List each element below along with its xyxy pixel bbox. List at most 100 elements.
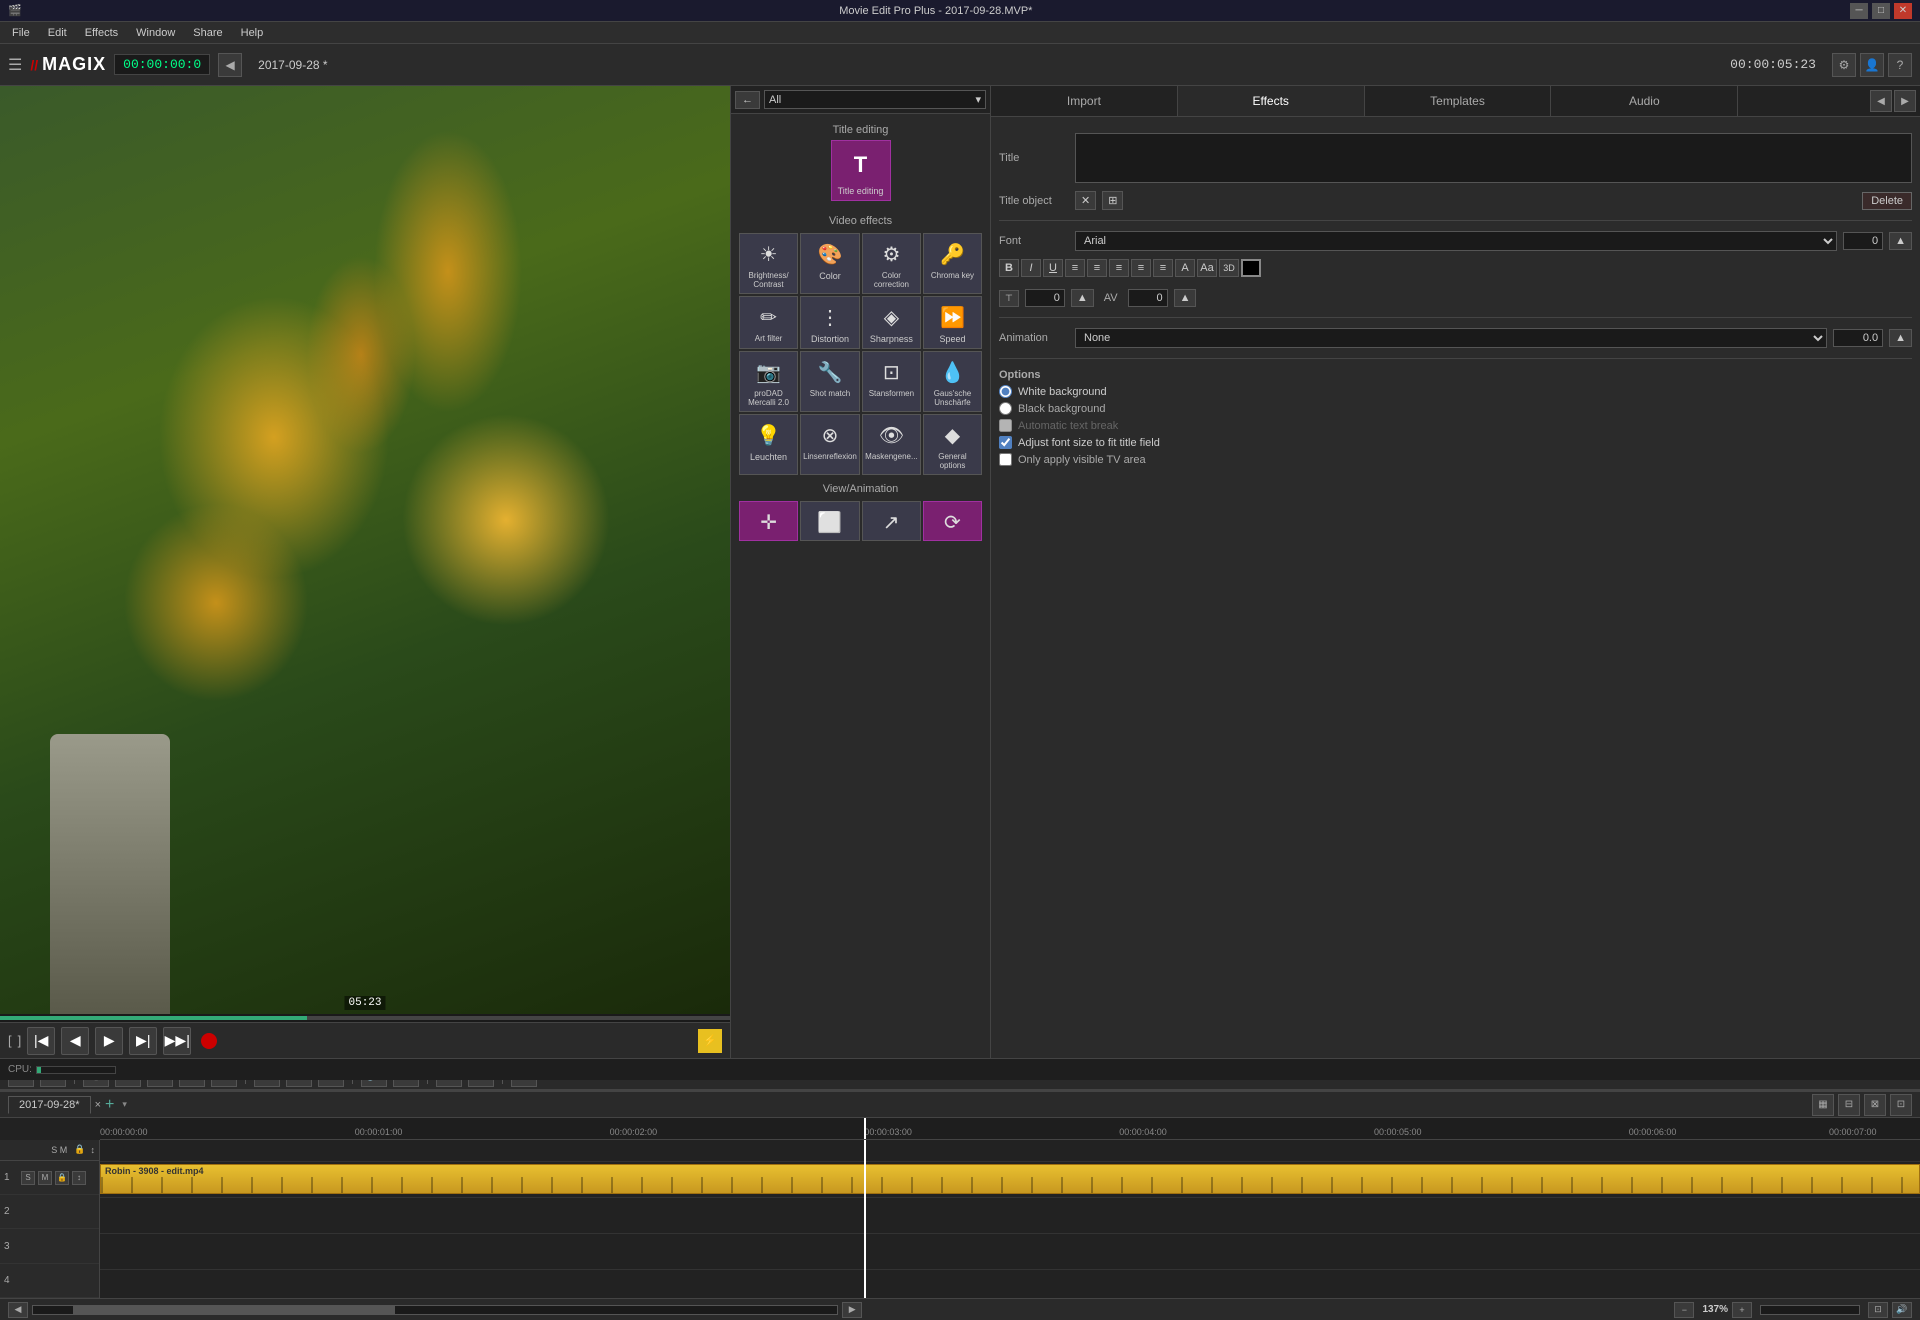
goto-start-button[interactable]: |◀	[27, 1027, 55, 1055]
font-size-input[interactable]	[1843, 232, 1883, 250]
animation-value-input[interactable]	[1833, 329, 1883, 347]
timeline-add-arrow[interactable]: ▾	[122, 1099, 127, 1110]
kerning-input[interactable]	[1025, 289, 1065, 307]
speed-effect[interactable]: ⏩ Speed	[923, 296, 982, 349]
linsenreflexion-effect[interactable]: ⊗ Linsenreflexion	[800, 414, 860, 475]
black-bg-radio[interactable]	[999, 402, 1012, 415]
font-select[interactable]: Arial	[1075, 231, 1837, 251]
visible-tv-checkbox[interactable]	[999, 453, 1012, 466]
menu-effects[interactable]: Effects	[77, 25, 126, 41]
zoom-in-btn[interactable]: +	[1732, 1302, 1752, 1318]
prev-frame-btn[interactable]: ◀	[218, 53, 242, 77]
font-size-up[interactable]: ▲	[1889, 232, 1912, 250]
align-justify-button[interactable]: ≡	[1131, 259, 1151, 277]
tab-import[interactable]: Import	[991, 86, 1178, 116]
panel-collapse-right[interactable]: ▶	[1894, 90, 1916, 112]
hamburger-menu[interactable]: ☰	[8, 55, 22, 75]
title-input[interactable]	[1075, 133, 1912, 183]
vol-btn[interactable]: 🔊	[1892, 1302, 1912, 1318]
scroll-right-btn[interactable]: ▶	[842, 1302, 862, 1318]
anim3-effect[interactable]: ⟳	[923, 501, 982, 541]
title-obj-btn1[interactable]: ✕	[1075, 191, 1096, 210]
fit-btn[interactable]: ⊡	[1868, 1302, 1888, 1318]
track-1-lock[interactable]: 🔒	[55, 1171, 69, 1185]
sharpness-effect[interactable]: ◈ Sharpness	[862, 296, 921, 349]
underline-button[interactable]: U	[1043, 259, 1063, 277]
prodad-effect[interactable]: 📷 proDADMercalli 2.0	[739, 351, 798, 412]
menu-help[interactable]: Help	[233, 25, 272, 41]
transformations-effect[interactable]: ⊡ Stansformen	[862, 351, 921, 412]
timeline-tab-close[interactable]: ×	[95, 1099, 101, 1111]
quick-export-button[interactable]: ⚡	[698, 1029, 722, 1053]
goto-end-button[interactable]: ▶▶|	[163, 1027, 191, 1055]
adjust-font-checkbox[interactable]	[999, 436, 1012, 449]
color-effect[interactable]: 🎨 Color	[800, 233, 860, 294]
leuchten-effect[interactable]: 💡 Leuchten	[739, 414, 798, 475]
anim2-effect[interactable]: ↗	[862, 501, 921, 541]
leading-up[interactable]: ▲	[1174, 289, 1197, 307]
anim-up[interactable]: ▲	[1889, 329, 1912, 347]
valign-button[interactable]: ≡	[1153, 259, 1173, 277]
help-icon[interactable]: ?	[1888, 53, 1912, 77]
timeline-scrollbar[interactable]	[32, 1305, 838, 1315]
maximize-button[interactable]: □	[1872, 3, 1890, 19]
zoom-slider[interactable]	[1760, 1305, 1860, 1315]
prev-frame-btn[interactable]: ◀	[61, 1027, 89, 1055]
track-1-solo[interactable]: S	[21, 1171, 35, 1185]
kerning-up[interactable]: ▲	[1071, 289, 1094, 307]
art-filter-effect[interactable]: ✏ Art filter	[739, 296, 798, 349]
gaussian-effect[interactable]: 💧 Gaus'scheUnschärfe	[923, 351, 982, 412]
close-button[interactable]: ✕	[1894, 3, 1912, 19]
title-obj-btn2[interactable]: ⊞	[1102, 191, 1123, 210]
white-bg-radio[interactable]	[999, 385, 1012, 398]
panel-collapse-left[interactable]: ◀	[1870, 90, 1892, 112]
general-options-effect[interactable]: ◆ Generaloptions	[923, 414, 982, 475]
record-button[interactable]	[201, 1033, 217, 1049]
font-color-button[interactable]: A	[1175, 259, 1195, 277]
tab-templates[interactable]: Templates	[1365, 86, 1552, 116]
auto-text-checkbox[interactable]	[999, 419, 1012, 432]
timeline-view-btn1[interactable]: ▦	[1812, 1094, 1834, 1116]
track-1-expand[interactable]: ↕	[72, 1171, 86, 1185]
bold-button[interactable]: B	[999, 259, 1019, 277]
title-editing-item[interactable]: T Title editing	[831, 140, 891, 201]
brightness-effect[interactable]: ☀ Brightness/Contrast	[739, 233, 798, 294]
delete-button[interactable]: Delete	[1862, 192, 1912, 210]
crop-effect[interactable]: ⬜	[800, 501, 859, 541]
case-button[interactable]: Aa	[1197, 259, 1217, 277]
timeline-tab[interactable]: 2017-09-28*	[8, 1096, 91, 1114]
color-correction-effect[interactable]: ⚙ Colorcorrection	[862, 233, 921, 294]
out-point-button[interactable]: ]	[18, 1033, 22, 1048]
timeline-tab-add[interactable]: +	[105, 1096, 114, 1114]
color-picker-button[interactable]	[1241, 259, 1261, 277]
minimize-button[interactable]: ─	[1850, 3, 1868, 19]
menu-edit[interactable]: Edit	[40, 25, 75, 41]
play-button[interactable]: ▶	[95, 1027, 123, 1055]
track-1-mute[interactable]: M	[38, 1171, 52, 1185]
track-clip-1[interactable]: Robin - 3908 - edit.mp4	[100, 1164, 1920, 1194]
menu-file[interactable]: File	[4, 25, 38, 41]
pos-size-effect[interactable]: ✛	[739, 501, 798, 541]
user-icon[interactable]: 👤	[1860, 53, 1884, 77]
animation-select[interactable]: None	[1075, 328, 1827, 348]
next-frame-btn[interactable]: ▶|	[129, 1027, 157, 1055]
italic-button[interactable]: I	[1021, 259, 1041, 277]
effects-category-dropdown[interactable]: All ▾	[764, 90, 986, 109]
preview-scrubber[interactable]	[0, 1014, 730, 1022]
menu-window[interactable]: Window	[128, 25, 183, 41]
align-left-button[interactable]: ≡	[1065, 259, 1085, 277]
distortion-effect[interactable]: ⋮ Distortion	[800, 296, 860, 349]
timeline-view-btn4[interactable]: ⊡	[1890, 1094, 1912, 1116]
align-center-button[interactable]: ≡	[1087, 259, 1107, 277]
effects-back-button[interactable]: ←	[735, 91, 760, 109]
timeline-view-btn2[interactable]: ⊟	[1838, 1094, 1860, 1116]
leading-input[interactable]	[1128, 289, 1168, 307]
chroma-key-effect[interactable]: 🔑 Chroma key	[923, 233, 982, 294]
maskengen-effect[interactable]: 👁 Maskengene...	[862, 414, 921, 475]
settings-icon[interactable]: ⚙	[1832, 53, 1856, 77]
zoom-out-btn[interactable]: −	[1674, 1302, 1694, 1318]
align-right-button[interactable]: ≡	[1109, 259, 1129, 277]
scroll-left-btn[interactable]: ◀	[8, 1302, 28, 1318]
menu-share[interactable]: Share	[185, 25, 230, 41]
3d-button[interactable]: 3D	[1219, 259, 1239, 277]
